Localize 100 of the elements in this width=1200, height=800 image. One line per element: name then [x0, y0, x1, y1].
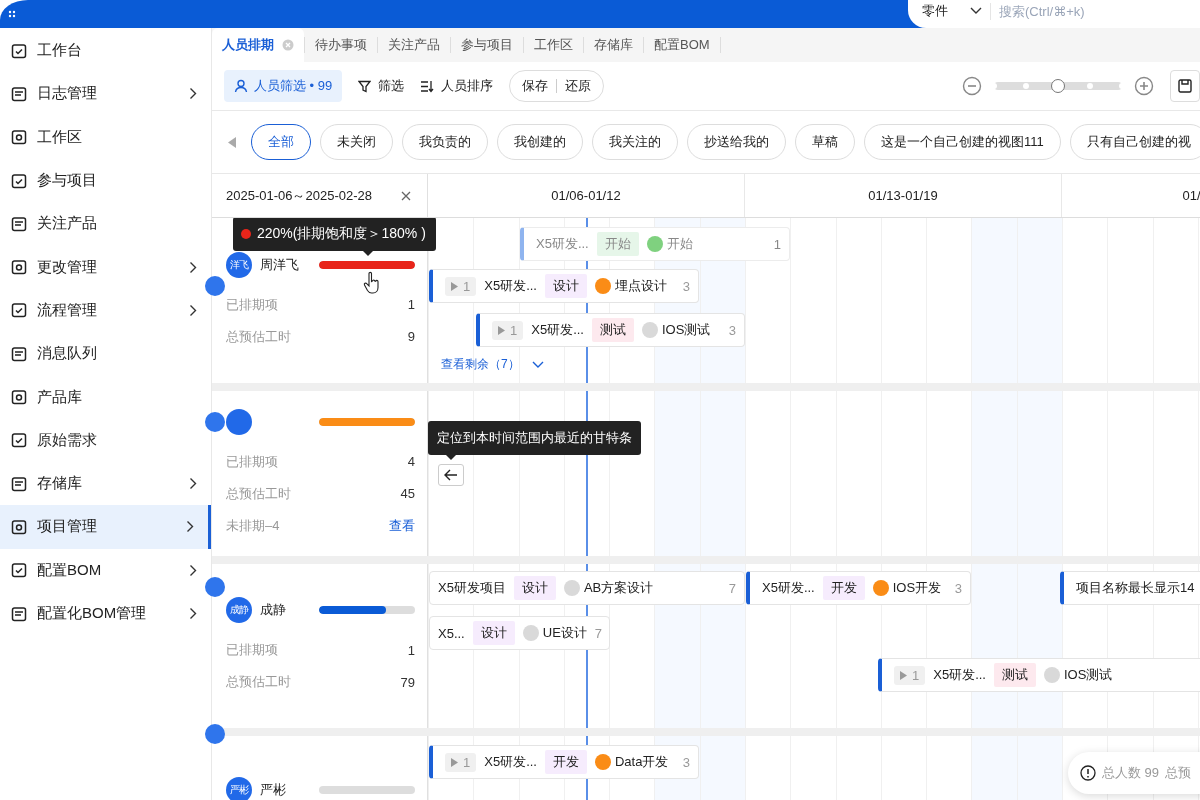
task-name: Data开发 — [615, 753, 669, 771]
gantt-bar[interactable]: X5研发项目 设计 AB方案设计 7 — [429, 571, 745, 605]
view-link[interactable]: 查看 — [389, 516, 415, 535]
sidebar-item[interactable]: 存储库 — [0, 461, 211, 506]
sidebar-item[interactable]: 工作区 — [0, 115, 211, 159]
sidebar-item[interactable]: 工作台 — [0, 29, 211, 73]
hours: 7 — [728, 580, 736, 596]
project-name: X5研发... — [933, 666, 986, 684]
project-name: X5研发... — [484, 277, 537, 295]
hours: 3 — [728, 322, 736, 338]
gantt-bar[interactable]: 1 X5研发... 测试 IOS测试 3 — [476, 313, 745, 347]
tab[interactable]: 配置BOM — [644, 28, 720, 62]
gantt-bar[interactable]: 1 X5研发... 设计 埋点设计 3 — [429, 269, 699, 303]
sidebar-item[interactable]: 配置化BOM管理 — [0, 591, 211, 636]
tab[interactable]: 工作区 — [524, 28, 583, 62]
project-name: 项目名称最长显示14 — [1076, 579, 1195, 597]
project-name: X5研发... — [531, 321, 584, 339]
sidebar-item[interactable]: 原始需求 — [0, 418, 211, 462]
tab[interactable]: 存储库 — [584, 28, 643, 62]
gantt-bar[interactable]: X5... 设计 UE设计 7 — [429, 616, 610, 650]
sidebar-item[interactable]: 参与项目 — [0, 158, 211, 203]
stat-label: 已排期项 — [226, 641, 278, 659]
task-name: UE设计 — [542, 624, 587, 642]
tooltip: 定位到本时间范围内最近的甘特条 — [428, 421, 641, 455]
phase-tag: 设计 — [472, 621, 515, 645]
view-chip[interactable]: 我创建的 — [497, 124, 583, 160]
summary-text: 总预 — [1165, 764, 1192, 782]
avatar: 严彬 — [226, 777, 252, 800]
stat-value: 4 — [407, 454, 415, 469]
phase-tag: 设计 — [545, 274, 587, 298]
task-name: 开始 — [666, 235, 693, 253]
hours: 3 — [682, 754, 690, 770]
stat-value: 79 — [400, 674, 415, 690]
sidebar-item[interactable]: 消息队列 — [0, 332, 211, 376]
phase-tag: 设计 — [513, 576, 556, 600]
sidebar-item[interactable]: 关注产品 — [0, 202, 211, 246]
project-name: X5研发项目 — [438, 579, 506, 597]
sidebar-item[interactable]: 项目管理 — [0, 505, 211, 549]
avatar: 洋飞 — [226, 251, 252, 278]
task-name: IOS开发 — [892, 579, 942, 597]
sidebar-item[interactable]: 日志管理 — [0, 72, 211, 116]
view-chip[interactable]: 全部 — [251, 124, 311, 160]
stat-label: 未排期–4 — [226, 516, 280, 535]
gantt-bar[interactable]: 项目名称最长显示14 — [1060, 571, 1200, 605]
tab[interactable]: 待办事项 — [305, 28, 377, 62]
phase-tag: 开发 — [545, 750, 587, 774]
hours: 1 — [773, 236, 781, 252]
people-filter-button[interactable]: 人员筛选 • 99 — [224, 70, 343, 102]
stat-value: 9 — [407, 329, 415, 344]
tab[interactable]: 关注产品 — [378, 28, 450, 62]
sidebar-item[interactable]: 配置BOM — [0, 548, 211, 592]
project-name: X5... — [438, 625, 465, 641]
project-name: X5研发... — [536, 235, 589, 253]
stat-value: 1 — [407, 642, 415, 658]
stat-label: 已排期项 — [226, 295, 278, 314]
avatar: 成静 — [226, 597, 252, 623]
phase-tag: 测试 — [592, 318, 634, 342]
tooltip-text: 220%(排期饱和度＞180% ) — [257, 225, 426, 243]
view-chip[interactable]: 只有自己创建的视 — [1069, 124, 1200, 160]
gantt-bar[interactable]: 1 X5研发... 开发 Data开发 3 — [429, 745, 699, 779]
date-range: 2025-01-06～2025-02-28 — [226, 186, 372, 205]
sidebar-item[interactable]: 产品库 — [0, 375, 211, 419]
filter-button[interactable]: 筛选 — [358, 77, 405, 95]
gantt-bar[interactable]: X5研发... 开发 IOS开发 3 — [746, 571, 971, 605]
restore-button[interactable]: 还原 — [565, 77, 592, 95]
view-chip[interactable]: 抄送给我的 — [687, 124, 786, 160]
task-name: 埋点设计 — [615, 277, 667, 295]
week-label: 01/06-01/12 — [551, 188, 621, 203]
view-chip[interactable]: 未关闭 — [320, 124, 393, 160]
save-button[interactable]: 保存 — [522, 77, 549, 95]
project-name: X5研发... — [484, 753, 537, 771]
view-chip[interactable]: 草稿 — [795, 124, 855, 160]
sidebar-item[interactable]: 流程管理 — [0, 288, 211, 333]
person-name: 严彬 — [260, 781, 286, 799]
sort-button[interactable]: 人员排序 — [420, 77, 494, 95]
stat-label: 已排期项 — [226, 452, 278, 471]
gantt-bar[interactable]: X5研发... 开始 开始 1 — [520, 227, 790, 261]
hours: 3 — [954, 580, 962, 596]
phase-tag: 开始 — [596, 232, 639, 256]
stat-label: 总预估工时 — [226, 673, 291, 691]
view-chip[interactable]: 我关注的 — [592, 124, 678, 160]
gantt-bar[interactable]: 1 X5研发... 测试 IOS测试 — [878, 658, 1200, 692]
search-field[interactable]: 零件 搜索(Ctrl/⌘+k) — [908, 0, 1200, 28]
tab[interactable]: 参与项目 — [451, 28, 523, 62]
week-label: 01/13-01/19 — [868, 188, 938, 203]
stat-value: 45 — [400, 486, 415, 501]
phase-tag: 开发 — [822, 576, 865, 600]
sidebar-item[interactable]: 更改管理 — [0, 245, 211, 289]
show-more-link[interactable]: 查看剩余（7） — [441, 356, 544, 373]
task-name: IOS测试 — [662, 321, 711, 339]
stat-label: 总预估工时 — [226, 484, 291, 503]
task-name: IOS测试 — [1064, 666, 1113, 684]
view-chip[interactable]: 我负责的 — [402, 124, 488, 160]
phase-tag: 测试 — [994, 663, 1036, 687]
stat-label: 总预估工时 — [226, 327, 291, 346]
view-chip[interactable]: 这是一个自己创建的视图111 — [864, 124, 1061, 160]
hours: 3 — [682, 278, 690, 294]
scope-dropdown[interactable]: 零件 — [922, 2, 962, 20]
person-name: 成静 — [260, 601, 286, 619]
tab[interactable]: 人员排期 — [212, 28, 304, 62]
